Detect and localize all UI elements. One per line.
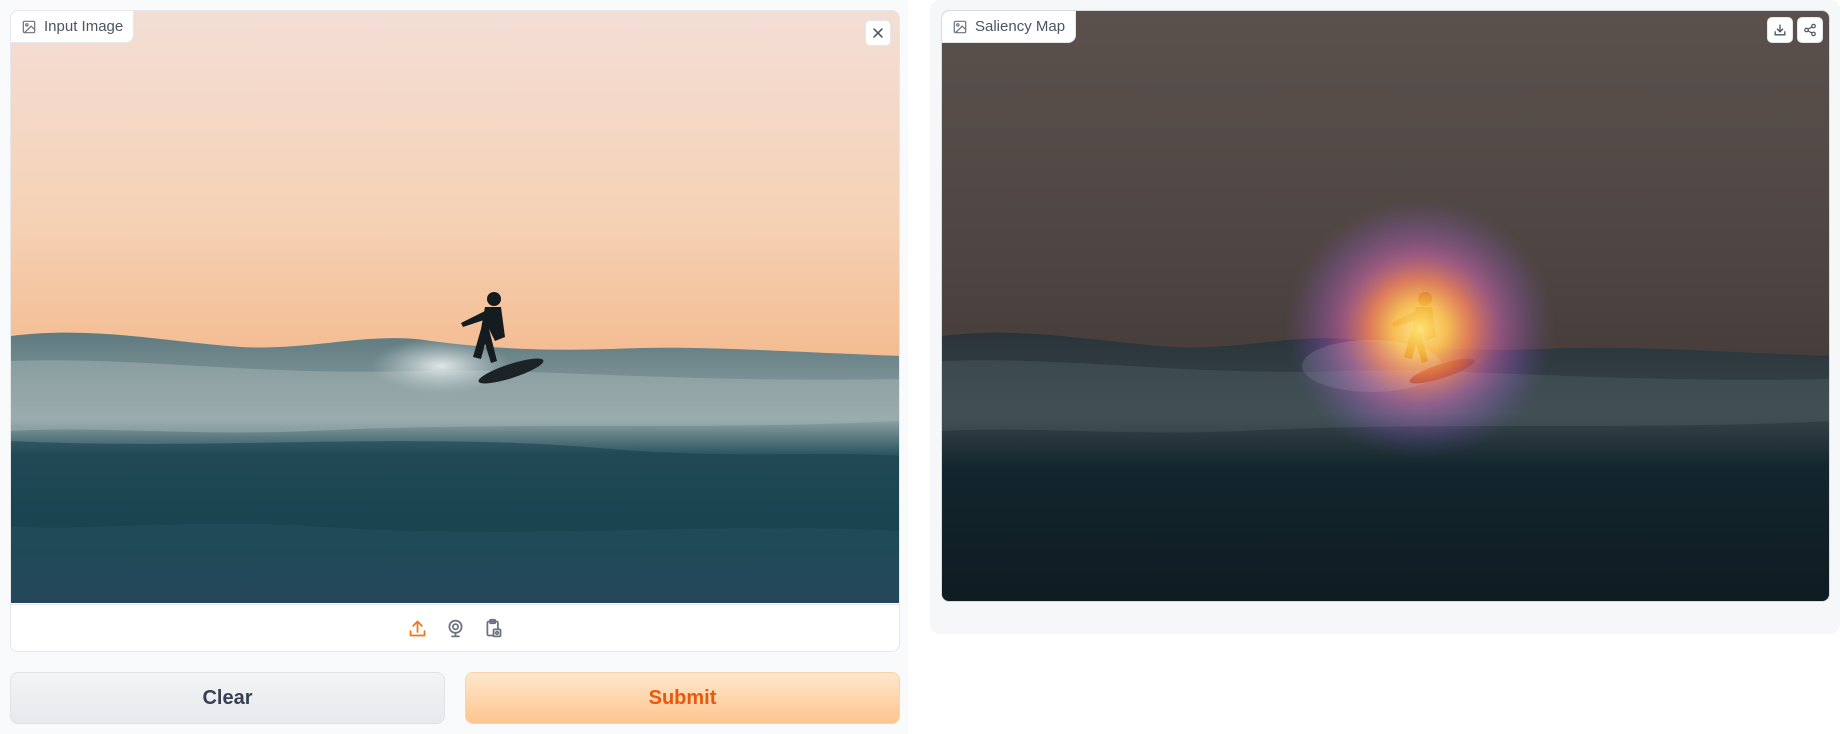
share-button[interactable] (1797, 17, 1823, 43)
close-icon (873, 28, 883, 38)
download-button[interactable] (1767, 17, 1793, 43)
saliency-heat-blob (1285, 199, 1555, 459)
saliency-map-label: Saliency Map (942, 11, 1077, 43)
clipboard-icon (486, 618, 501, 638)
webcam-source-button[interactable] (443, 617, 467, 641)
input-image (11, 11, 899, 603)
app-root: Input Image Clear Submit Saliency Map (0, 0, 1840, 734)
webcam-icon (448, 619, 462, 638)
saliency-map-panel: Saliency Map (941, 10, 1830, 602)
input-image-label-text: Input Image (44, 18, 124, 35)
upload-source-button[interactable] (405, 617, 429, 641)
image-icon (953, 20, 967, 33)
upload-icon (409, 620, 425, 637)
image-icon (22, 20, 36, 33)
share-icon (1804, 23, 1816, 37)
clipboard-source-button[interactable] (481, 617, 505, 641)
submit-button[interactable]: Submit (465, 672, 900, 724)
image-source-bar (11, 604, 899, 651)
input-image-panel[interactable]: Input Image (10, 10, 900, 652)
clear-button[interactable]: Clear (10, 672, 445, 724)
download-icon (1774, 24, 1786, 36)
saliency-map-label-text: Saliency Map (975, 18, 1066, 35)
clear-image-button[interactable] (865, 20, 891, 46)
input-image-label: Input Image (11, 11, 135, 43)
saliency-map-image (942, 11, 1829, 601)
